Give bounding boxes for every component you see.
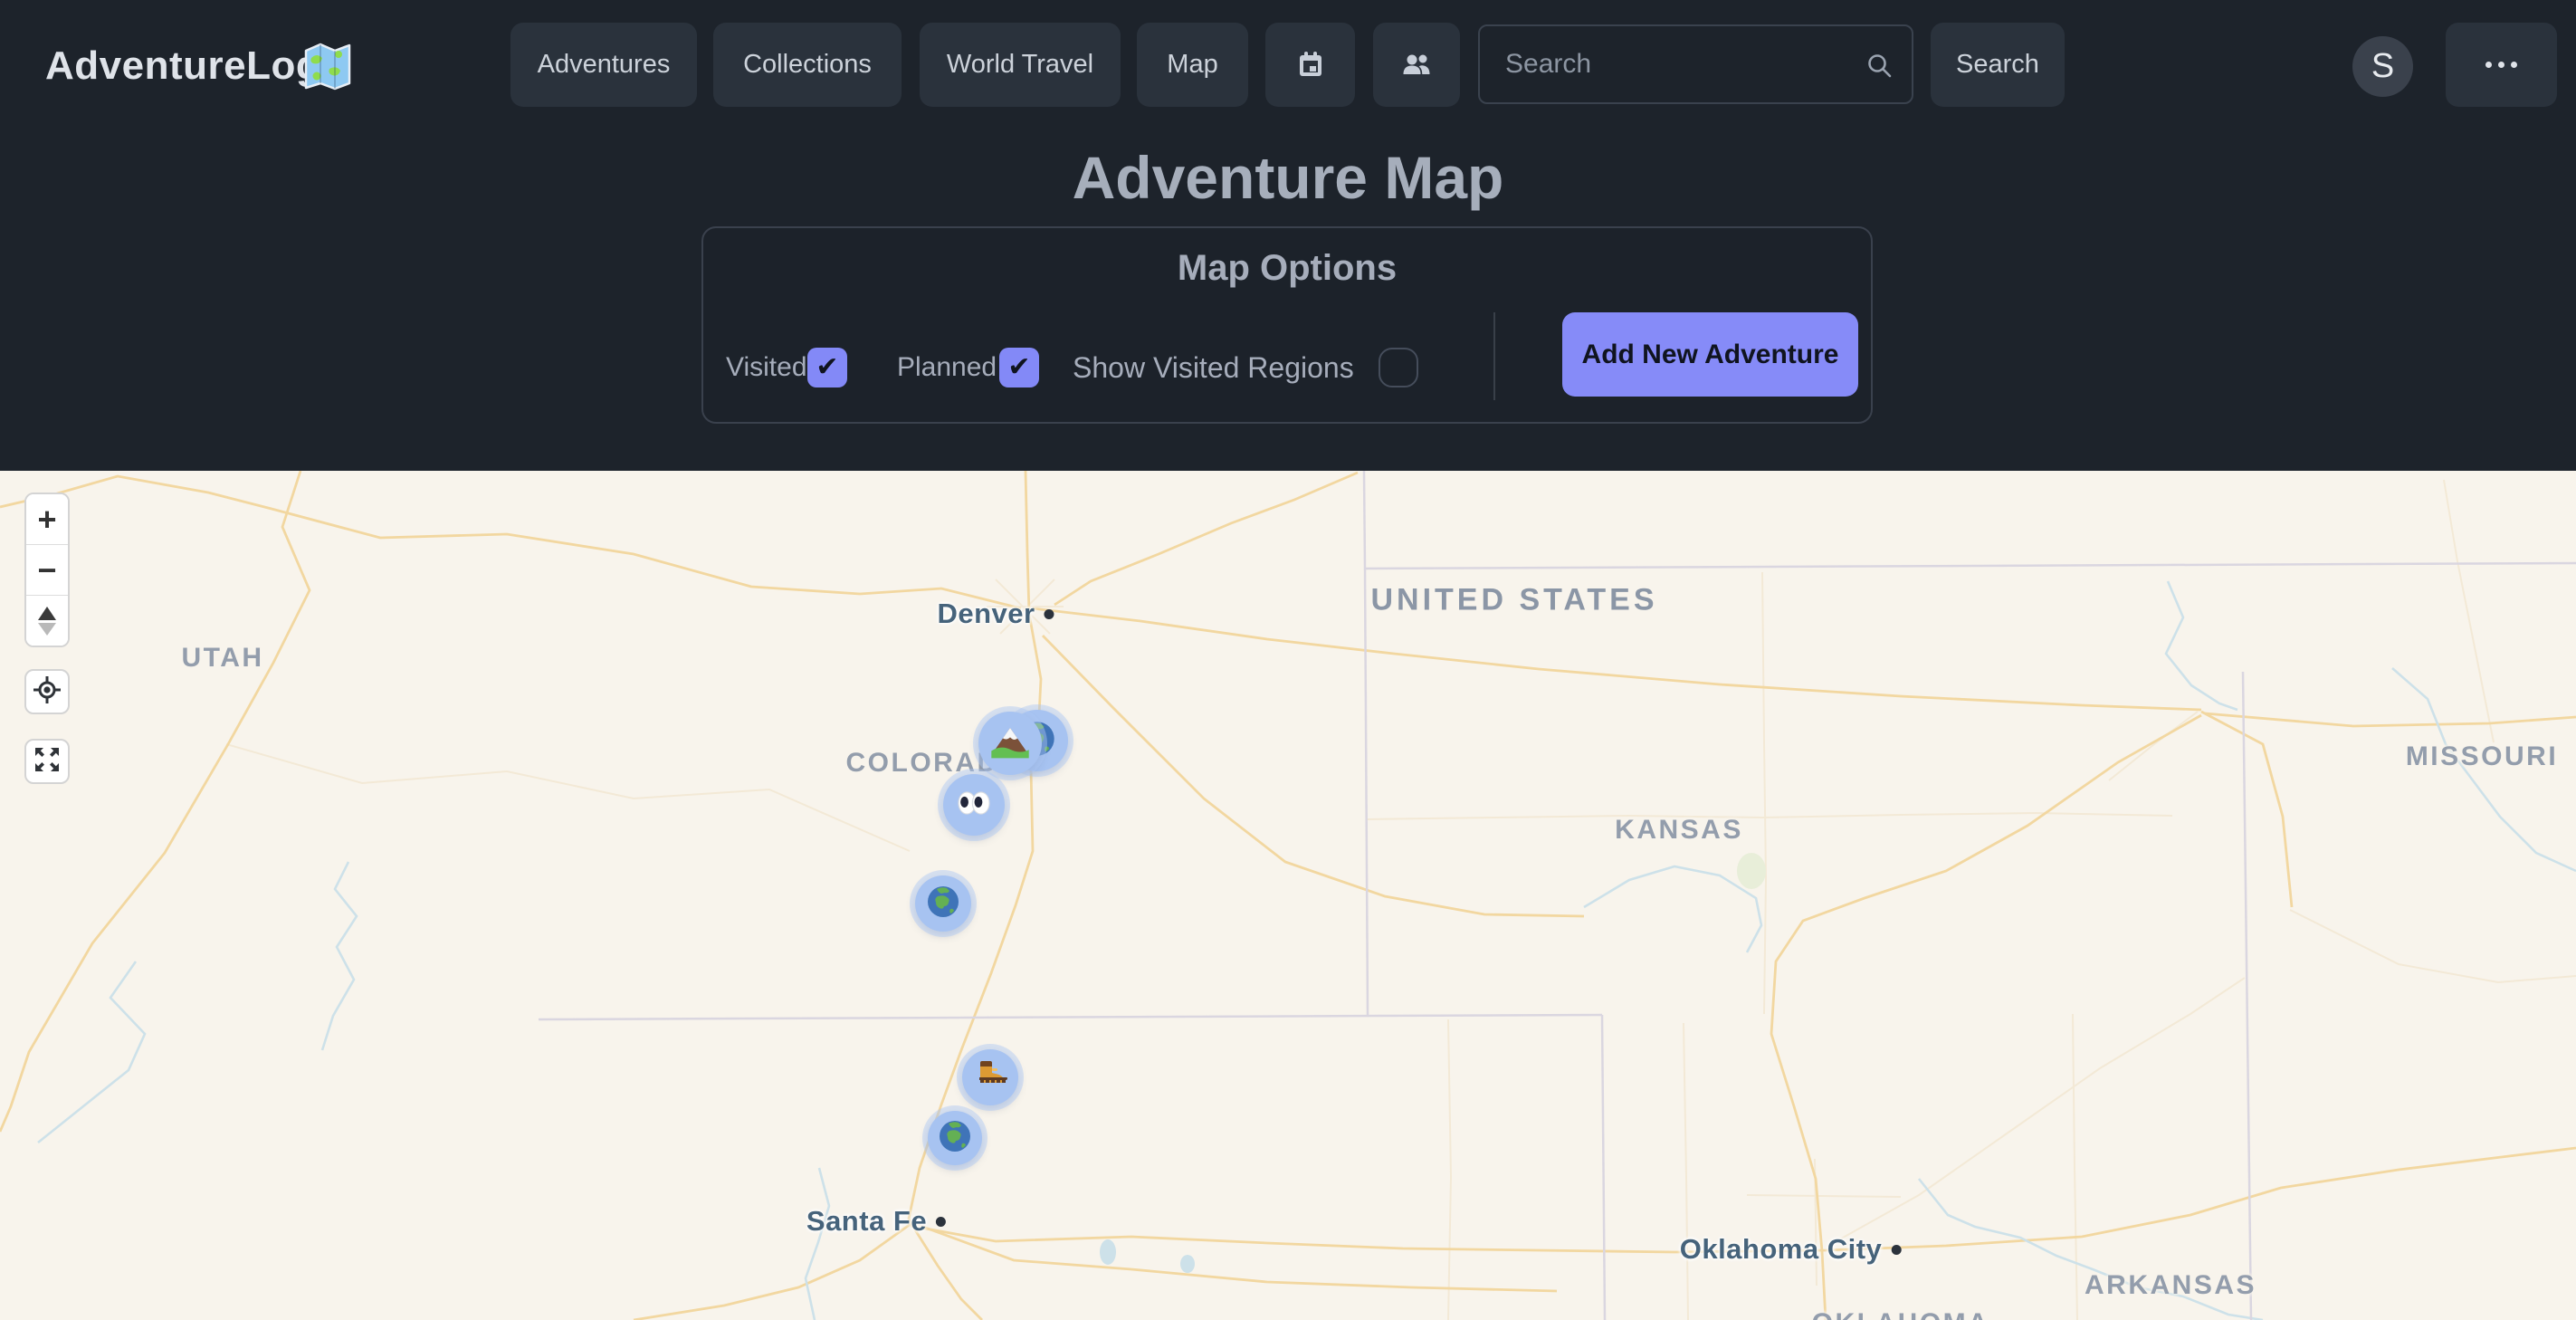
city-dot xyxy=(936,1217,946,1227)
search-field xyxy=(1478,24,1913,104)
compass-down-icon xyxy=(38,623,56,636)
users-button[interactable] xyxy=(1373,23,1460,107)
avatar[interactable]: S xyxy=(2352,36,2413,97)
hiking-boot-icon xyxy=(972,1057,1008,1098)
search-icon xyxy=(1865,51,1895,86)
eyes-icon xyxy=(954,783,994,827)
nav-world-travel-button[interactable]: World Travel xyxy=(920,23,1121,107)
check-icon: ✔ xyxy=(1007,354,1030,381)
plus-icon: + xyxy=(37,503,56,536)
state-label-kansas: KANSAS xyxy=(1615,815,1743,846)
city-label-denver: Denver xyxy=(937,598,1054,630)
compass-up-icon xyxy=(38,607,56,620)
adventurelog-app: AdventureLog Adventures Collections Worl… xyxy=(0,0,2576,1320)
options-divider xyxy=(1493,312,1495,400)
more-menu-button[interactable] xyxy=(2446,23,2557,107)
mountain-icon xyxy=(989,721,1031,767)
visited-label: Visited xyxy=(726,348,807,387)
show-visited-regions-checkbox[interactable] xyxy=(1379,348,1418,387)
map-zoom-controls: + − xyxy=(24,493,70,647)
state-label-missouri: MISSOURI xyxy=(2406,741,2558,772)
page-title: Adventure Map xyxy=(0,143,2576,212)
planned-checkbox[interactable]: ✔ xyxy=(999,348,1039,387)
geolocate-button[interactable] xyxy=(24,669,70,714)
minus-icon: − xyxy=(37,554,56,587)
map-emoji-logo-icon xyxy=(299,38,357,96)
check-icon: ✔ xyxy=(816,354,838,381)
calendar-icon xyxy=(1294,49,1327,81)
marker-boot[interactable] xyxy=(962,1049,1018,1105)
planned-label: Planned xyxy=(897,348,997,387)
show-visited-regions-label: Show Visited Regions xyxy=(1073,348,1354,387)
fullscreen-icon xyxy=(32,744,62,780)
marker-globe-1[interactable] xyxy=(915,875,971,932)
map-canvas[interactable]: UTAH COLORADO UNITED STATES KANSAS MISSO… xyxy=(0,471,2576,1320)
state-label-utah: UTAH xyxy=(181,643,263,674)
nav-collections-button[interactable]: Collections xyxy=(713,23,902,107)
compass-pitch-button[interactable] xyxy=(26,595,68,646)
marker-globe-2[interactable] xyxy=(928,1111,982,1165)
map-roads-layer xyxy=(0,471,2576,1320)
add-new-adventure-button[interactable]: Add New Adventure xyxy=(1562,312,1858,397)
search-input[interactable] xyxy=(1480,26,1912,102)
fullscreen-button[interactable] xyxy=(24,739,70,784)
map-options-card: Map Options Visited ✔ Planned ✔ Show Vis… xyxy=(701,226,1873,424)
zoom-in-button[interactable]: + xyxy=(26,494,68,544)
state-label-arkansas: ARKANSAS xyxy=(2085,1270,2256,1301)
map-options-title: Map Options xyxy=(703,248,1871,289)
search-button[interactable]: Search xyxy=(1931,23,2065,107)
geolocate-icon xyxy=(32,674,62,710)
ellipsis-icon xyxy=(2485,62,2492,68)
marker-mountain[interactable] xyxy=(978,712,1042,775)
city-dot xyxy=(1891,1245,1901,1255)
visited-checkbox[interactable]: ✔ xyxy=(807,348,847,387)
zoom-out-button[interactable]: − xyxy=(26,544,68,595)
nav-map-button[interactable]: Map xyxy=(1137,23,1248,107)
nav-adventures-button[interactable]: Adventures xyxy=(510,23,697,107)
globe-icon xyxy=(925,884,961,924)
calendar-button[interactable] xyxy=(1265,23,1355,107)
city-label-oklahoma-city: Oklahoma City xyxy=(1680,1233,1902,1266)
city-dot xyxy=(1045,609,1054,619)
marker-eyes[interactable] xyxy=(943,774,1005,836)
users-icon xyxy=(1400,49,1433,81)
city-label-santa-fe: Santa Fe xyxy=(806,1205,946,1238)
country-label-united-states: UNITED STATES xyxy=(1370,583,1657,618)
brand-title[interactable]: AdventureLog xyxy=(45,43,320,89)
globe-icon xyxy=(937,1118,973,1159)
state-label-oklahoma: OKLAHOMA xyxy=(1812,1308,1990,1320)
